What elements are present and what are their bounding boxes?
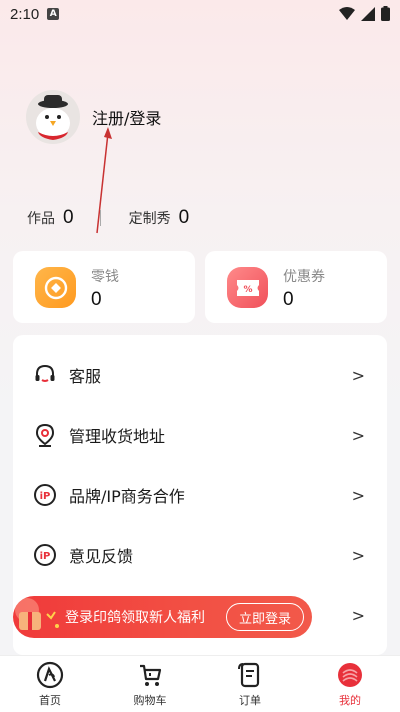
wifi-icon [339, 6, 355, 20]
tab-orders[interactable]: 订单 [200, 656, 300, 712]
wallet-card[interactable]: 零钱 0 [13, 251, 195, 323]
location-pin-icon [33, 423, 57, 447]
tab-label-orders: 订单 [239, 694, 261, 707]
chevron-right-icon: > [351, 425, 365, 445]
order-icon [236, 661, 264, 689]
chevron-right-icon: > [351, 605, 365, 625]
login-now-button[interactable]: 立即登录 [226, 603, 304, 631]
coupon-value: 0 [283, 289, 294, 310]
divider [99, 210, 101, 226]
chevron-right-icon: > [351, 485, 365, 505]
status-time: 2:10 [10, 5, 40, 23]
signal-icon [361, 6, 375, 21]
menu-item-address[interactable]: 管理收货地址 > [13, 405, 387, 465]
svg-text:%: % [243, 285, 252, 295]
cart-icon [136, 661, 164, 689]
home-icon [36, 661, 64, 689]
coupon-ticket-icon: % [227, 267, 268, 308]
tab-label-mine: 我的 [339, 694, 361, 707]
coupon-card[interactable]: % 优惠券 0 [205, 251, 387, 323]
stats-row: 作品 0 定制秀 0 [27, 207, 189, 229]
menu-label-feedback: 意见反馈 [69, 547, 134, 566]
feedback-icon: iP [33, 543, 57, 567]
bottom-tab-bar: 首页 购物车 订单 我的 [0, 655, 400, 712]
chevron-right-icon: > [351, 545, 365, 565]
menu-label-address: 管理收货地址 [69, 427, 166, 446]
tab-mine[interactable]: 我的 [300, 656, 400, 712]
tab-cart[interactable]: 购物车 [100, 656, 200, 712]
wallet-coin-icon [35, 267, 76, 308]
chevron-right-icon: > [351, 365, 365, 385]
svg-text:iP: iP [40, 551, 51, 562]
menu-item-brand-ip[interactable]: iP 品牌/IP商务合作 > [13, 465, 387, 525]
wallet-value: 0 [91, 289, 102, 310]
promo-text: 登录印鸽领取新人福利 [65, 610, 205, 626]
tab-home[interactable]: 首页 [0, 656, 100, 712]
tab-label-cart: 购物车 [133, 694, 167, 707]
menu-label-brand-ip: 品牌/IP商务合作 [69, 487, 185, 506]
custom-show-label[interactable]: 定制秀 [129, 208, 171, 228]
gift-decoration-icon [15, 598, 59, 630]
status-icons [339, 6, 390, 21]
ip-badge-icon: iP [33, 483, 57, 507]
wallet-label: 零钱 [91, 269, 119, 285]
login-promo-banner[interactable]: 登录印鸽领取新人福利 立即登录 [13, 596, 312, 638]
menu-item-feedback[interactable]: iP 意见反馈 > [13, 525, 387, 585]
menu-item-customer-service[interactable]: 客服 > [13, 345, 387, 405]
works-count[interactable]: 0 [63, 207, 74, 229]
menu-label-customer-service: 客服 [69, 367, 102, 386]
coupon-label: 优惠券 [283, 269, 325, 285]
status-bar: 2:10 A [0, 0, 400, 28]
svg-text:iP: iP [40, 491, 51, 502]
custom-show-count[interactable]: 0 [179, 207, 190, 229]
notification-icon: A [47, 8, 60, 20]
works-label[interactable]: 作品 [27, 208, 55, 228]
battery-icon [381, 6, 390, 21]
headset-icon [33, 363, 57, 387]
mine-icon [336, 661, 364, 689]
avatar[interactable] [26, 90, 80, 144]
tab-label-home: 首页 [39, 694, 61, 707]
